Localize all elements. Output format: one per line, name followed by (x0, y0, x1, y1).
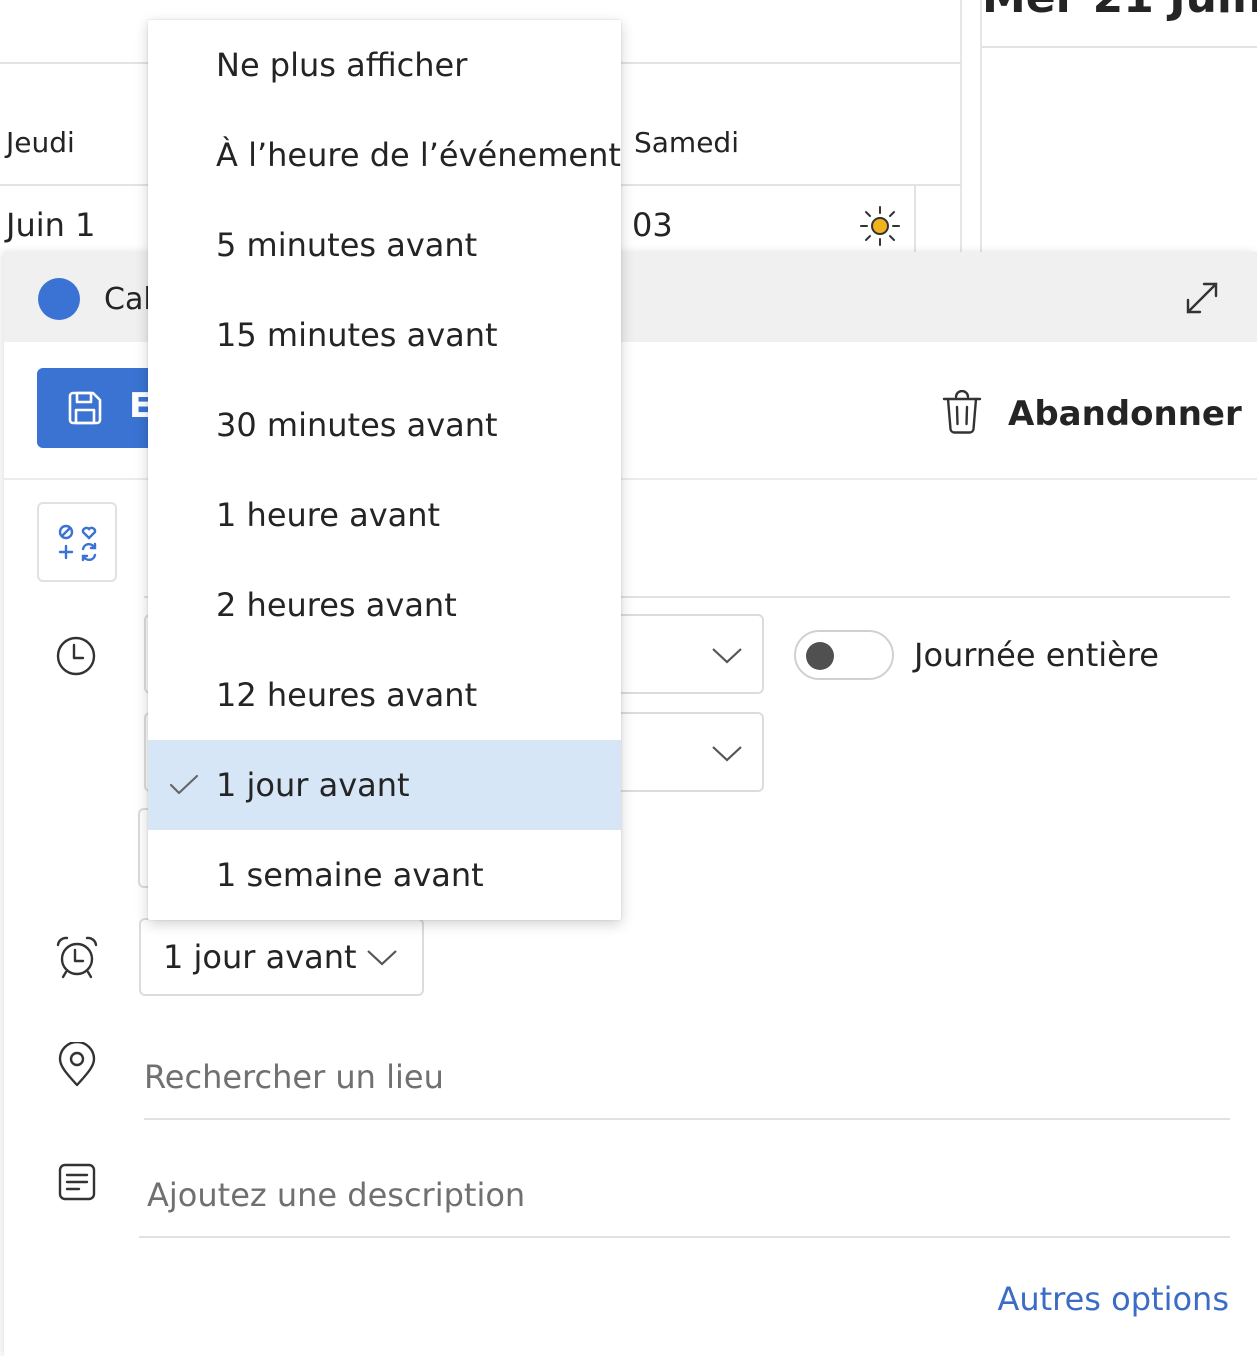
menu-item-2-hours[interactable]: 2 heures avant (148, 560, 621, 650)
chevron-down-icon (367, 950, 397, 966)
day-name-thursday: Jeudi (6, 126, 75, 159)
menu-item-1-week[interactable]: 1 semaine avant (148, 830, 621, 920)
menu-item-label: 30 minutes avant (216, 406, 498, 444)
day-number-saturday[interactable]: 03 (632, 206, 673, 244)
day-name-saturday: Samedi (634, 126, 739, 159)
menu-item-at-event-time[interactable]: À l’heure de l’événement (148, 110, 621, 200)
reminder-select[interactable]: 1 jour avant (139, 918, 424, 996)
all-day-label: Journée entière (914, 636, 1159, 674)
day-pane-title: Mer 21 Juin (982, 0, 1257, 23)
menu-item-5-minutes[interactable]: 5 minutes avant (148, 200, 621, 290)
menu-item-1-hour[interactable]: 1 heure avant (148, 470, 621, 560)
location-input[interactable] (144, 1036, 1230, 1120)
reminder-value: 1 jour avant (163, 938, 357, 976)
calendar-name[interactable]: Cal (104, 282, 152, 317)
more-options-link[interactable]: Autres options (997, 1280, 1229, 1318)
expand-icon[interactable] (1182, 278, 1222, 318)
toggle-knob (806, 642, 834, 670)
chevron-down-icon (712, 746, 742, 762)
clock-icon (56, 636, 96, 676)
category-button[interactable] (37, 502, 117, 582)
menu-item-never[interactable]: Ne plus afficher (148, 20, 621, 110)
menu-item-label: 5 minutes avant (216, 226, 478, 264)
menu-item-label: 1 semaine avant (216, 856, 484, 894)
sun-icon[interactable] (858, 204, 902, 248)
menu-item-1-day[interactable]: 1 jour avant (148, 740, 621, 830)
description-icon (58, 1163, 96, 1201)
menu-item-12-hours[interactable]: 12 heures avant (148, 650, 621, 740)
menu-item-label: 1 jour avant (216, 766, 410, 804)
menu-item-label: À l’heure de l’événement (216, 136, 621, 174)
menu-item-label: Ne plus afficher (216, 46, 468, 84)
checkmark-icon (169, 774, 199, 795)
menu-item-label: 1 heure avant (216, 496, 441, 534)
location-pin-icon (58, 1042, 96, 1087)
trash-icon (942, 390, 982, 434)
discard-button[interactable]: Abandonner (934, 388, 1242, 442)
discard-button-label: Abandonner (1008, 394, 1242, 434)
menu-item-label: 2 heures avant (216, 586, 457, 624)
description-input[interactable] (139, 1154, 1230, 1238)
calendar-color-dot (38, 278, 80, 320)
divider (982, 46, 1257, 48)
alarm-icon (56, 936, 98, 979)
save-icon (68, 391, 102, 425)
menu-item-15-minutes[interactable]: 15 minutes avant (148, 290, 621, 380)
all-day-toggle[interactable] (794, 630, 894, 680)
reminder-dropdown-menu: Ne plus afficher À l’heure de l’événemen… (148, 20, 621, 920)
menu-item-30-minutes[interactable]: 30 minutes avant (148, 380, 621, 470)
chevron-down-icon (712, 648, 742, 664)
menu-item-label: 15 minutes avant (216, 316, 498, 354)
category-icon (58, 524, 97, 562)
menu-item-label: 12 heures avant (216, 676, 478, 714)
day-number-thursday[interactable]: Juin 1 (6, 206, 95, 244)
divider (914, 186, 916, 260)
day-pane: Mer 21 Juin (980, 0, 1257, 260)
